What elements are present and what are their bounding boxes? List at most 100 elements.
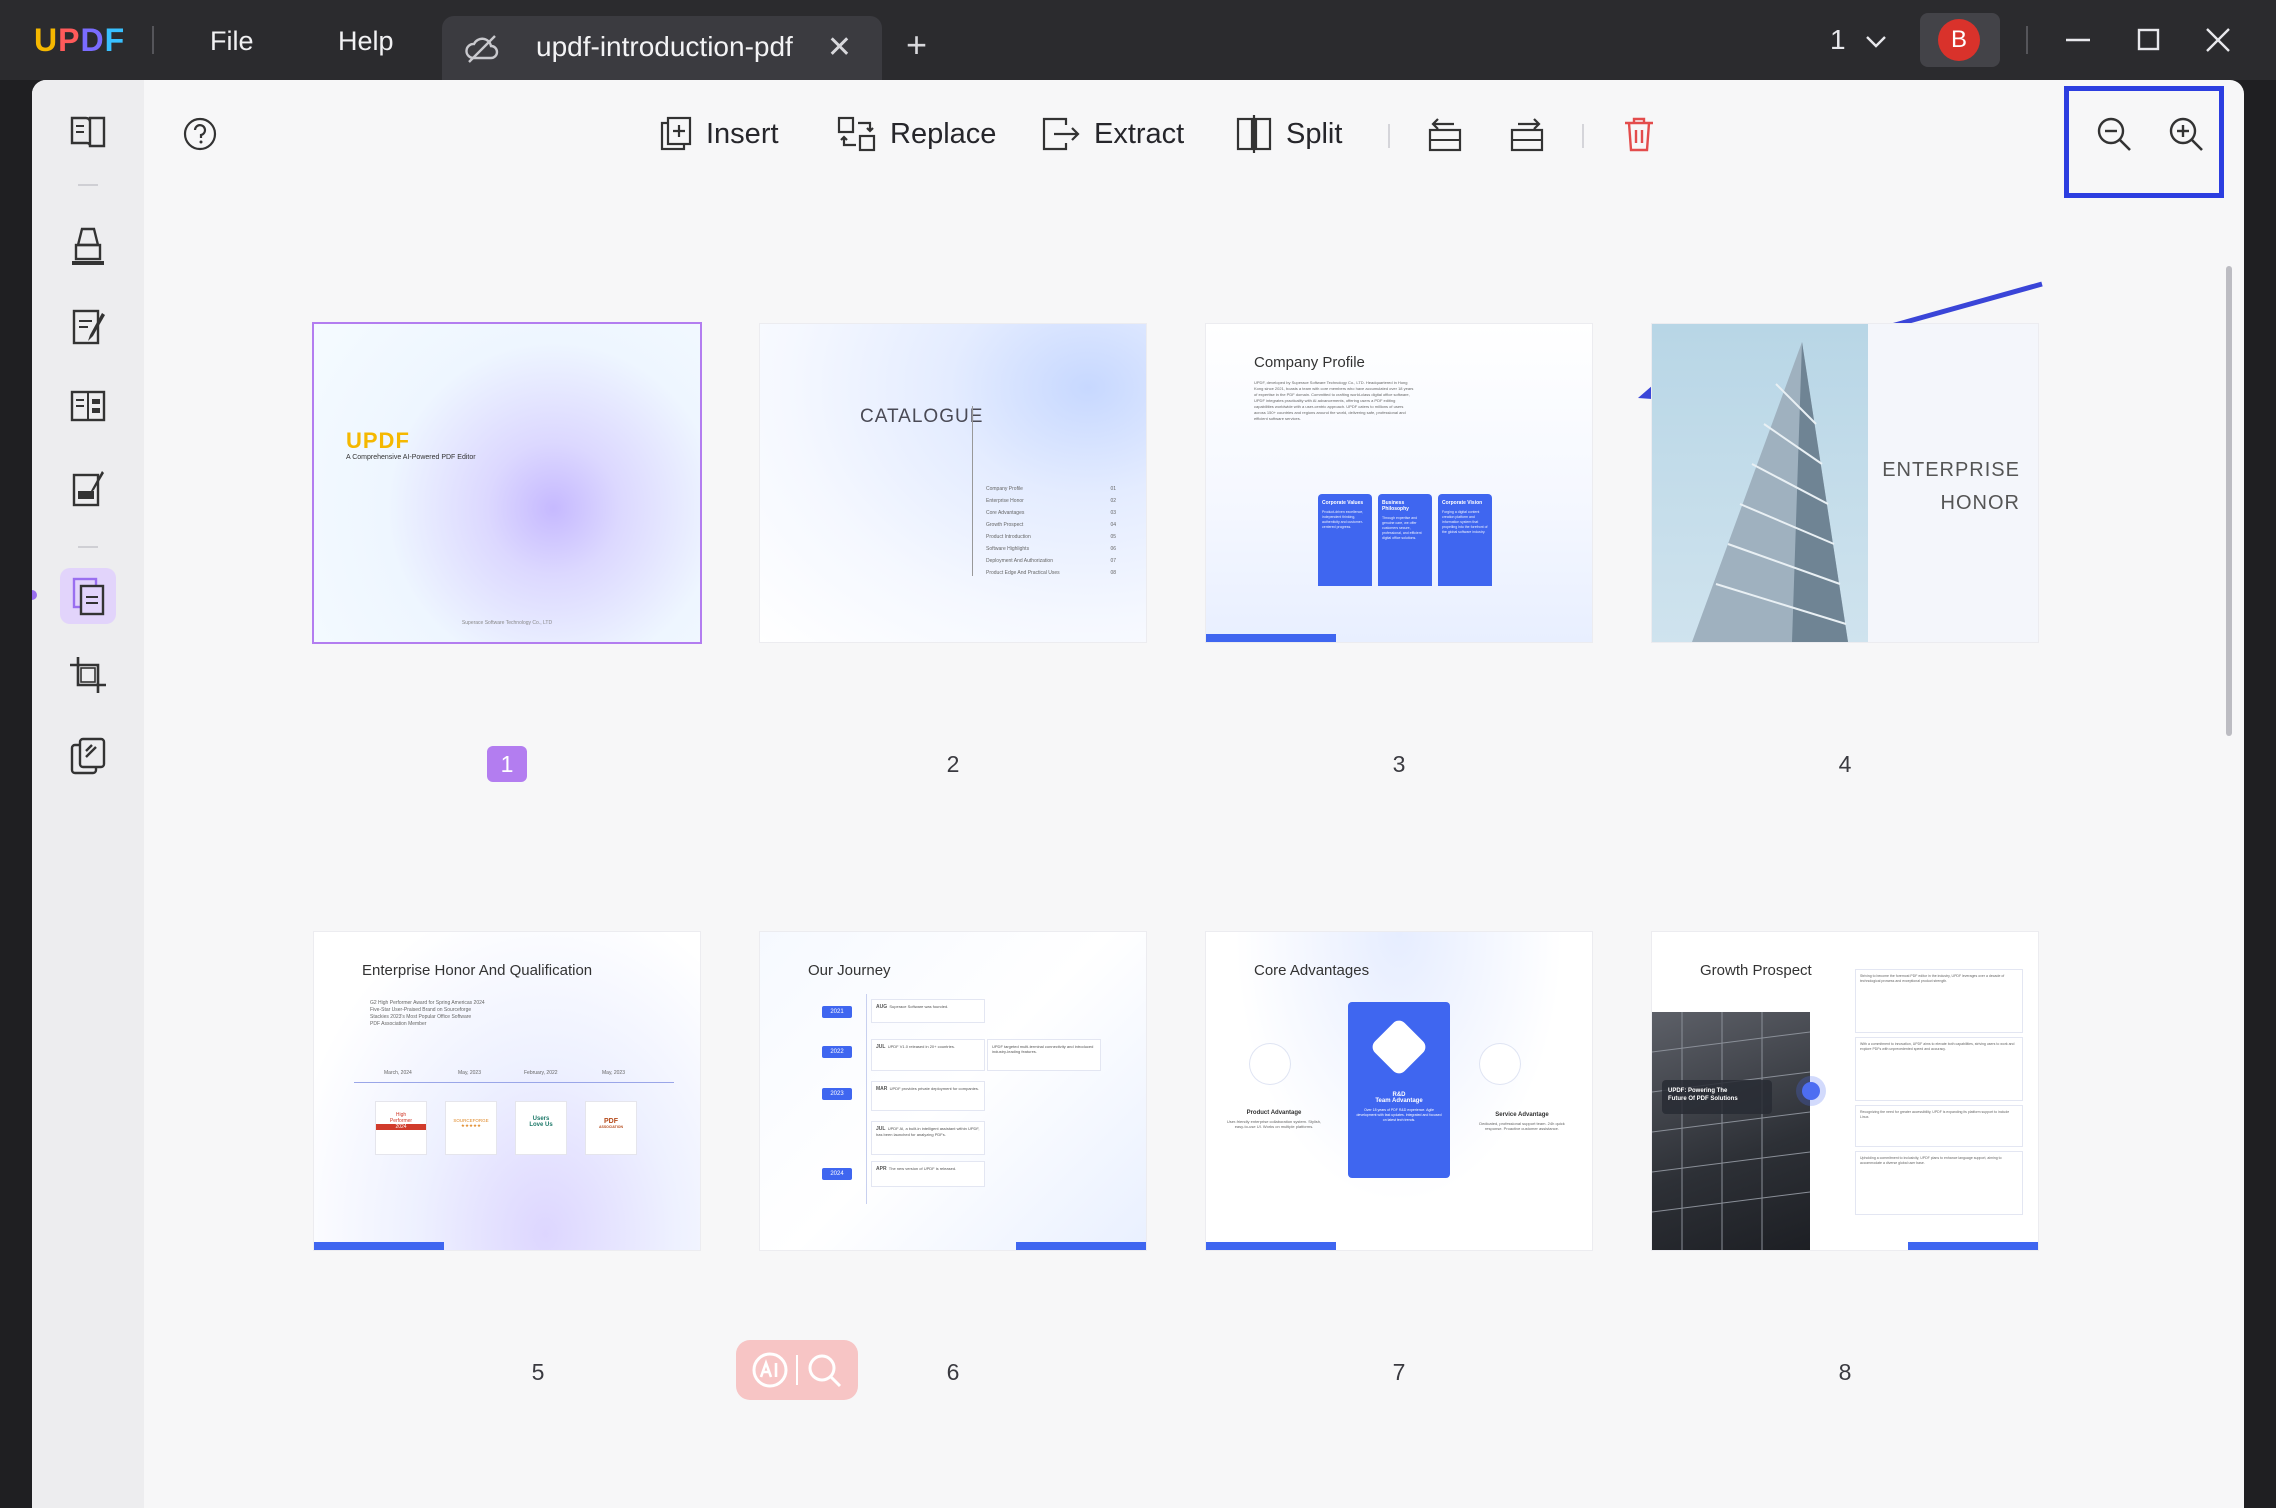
p8-footer-bar [1908, 1242, 2038, 1250]
page-thumbnail-3[interactable]: Company Profile UPDF, developed by Super… [1206, 324, 1592, 642]
insert-button[interactable]: Insert [658, 110, 779, 158]
zoom-out-icon[interactable] [2090, 110, 2138, 158]
comment-highlighter-icon[interactable] [60, 218, 116, 274]
replace-icon [836, 115, 878, 153]
chevron-down-icon [1865, 35, 1887, 49]
p1-subtitle: A Comprehensive AI-Powered PDF Editor [346, 454, 476, 461]
pill-divider [796, 1355, 798, 1385]
rotate-right-button[interactable] [1506, 110, 1548, 158]
sourceforge-badge: SOURCEFORGE★★★★★ [446, 1102, 496, 1154]
journey-event: UPDF targeted multi-terminal connectivit… [988, 1040, 1100, 1070]
rotate-counterclockwise-icon [1424, 114, 1466, 154]
p3-body: UPDF, developed by Superace Software Tec… [1254, 380, 1416, 444]
journey-event: JUL UPDF AI, a built-in intelligent assi… [872, 1122, 984, 1154]
catalogue-item: Product Edge And Practical Uses08 [986, 570, 1116, 577]
p1-footer: Superace Software Technology Co., LTD [314, 620, 700, 626]
growth-note: With a commitment to innovation, UPDF ai… [1856, 1038, 2022, 1100]
product-advantage-icon [1250, 1044, 1290, 1084]
ai-assistant-pill [736, 1340, 858, 1400]
form-icon[interactable] [60, 378, 116, 434]
page-thumbnail-1[interactable]: UPDF A Comprehensive AI-Powered PDF Edit… [314, 324, 700, 642]
pdf-association-badge: PDFASSOCIATION [586, 1102, 636, 1154]
p6-title: Our Journey [808, 962, 891, 979]
g2-badge: HighPerformer2024 [376, 1102, 426, 1154]
page-thumbnail-8[interactable]: Growth Prospect UPDF: Powering The Futur… [1652, 932, 2038, 1250]
crop-icon[interactable] [60, 648, 116, 704]
service-advantage: Service Advantage Dedicated, professiona… [1472, 1112, 1572, 1131]
page-number-1[interactable]: 1 [487, 746, 527, 782]
account-button[interactable]: B [1920, 13, 2000, 67]
sign-icon[interactable] [60, 460, 116, 516]
scrollbar-thumb[interactable] [2226, 266, 2232, 736]
team-advantage-icon [1369, 1017, 1428, 1076]
page-number-7[interactable]: 7 [1379, 1354, 1419, 1390]
app-panel: Insert Replace Extract Split UPDF A Comp… [32, 80, 2244, 1508]
page-number-3[interactable]: 3 [1379, 746, 1419, 782]
delete-page-button[interactable] [1622, 110, 1656, 158]
page-number-2[interactable]: 2 [933, 746, 973, 782]
ai-assistant-icon[interactable] [749, 1349, 791, 1391]
catalogue-item: Company Profile01 [986, 486, 1116, 493]
page-thumbnail-6[interactable]: Our Journey 2021 AUG Superace Software w… [760, 932, 1146, 1250]
close-window-icon[interactable] [2196, 20, 2240, 60]
page-thumbnail-7[interactable]: Core Advantages Product Advantage User-f… [1206, 932, 1592, 1250]
p8-title: Growth Prospect [1700, 962, 1812, 979]
title-bar: UPDF File Help updf-introduction-pdf ✕ +… [0, 0, 2276, 80]
catalogue-item: Enterprise Honor02 [986, 498, 1116, 505]
title-divider [2026, 26, 2028, 54]
honor-timeline [354, 1082, 674, 1083]
page-count-dropdown[interactable]: 1 [1830, 24, 1887, 56]
page-number-5[interactable]: 5 [518, 1354, 558, 1390]
maximize-icon[interactable] [2126, 20, 2170, 60]
catalogue-item: Software Highlights06 [986, 546, 1116, 553]
p8-focus-dot [1802, 1082, 1820, 1100]
page-thumbnail-4[interactable]: ENTERPRISE HONOR [1652, 324, 2038, 642]
organize-pages-icon[interactable] [60, 568, 116, 624]
menu-file[interactable]: File [210, 26, 254, 57]
updf-logo: UPDF [34, 22, 125, 59]
page-thumbnail-2[interactable]: CATALOGUE Company Profile01 Enterprise H… [760, 324, 1146, 642]
sidebar-divider [78, 546, 98, 548]
cloud-off-icon [464, 34, 500, 69]
p2-divider [972, 406, 973, 576]
split-button[interactable]: Split [1234, 110, 1342, 158]
close-tab-icon[interactable]: ✕ [827, 30, 852, 65]
p7-footer-bar [1206, 1242, 1336, 1250]
insert-icon [658, 115, 694, 153]
menu-help[interactable]: Help [338, 26, 394, 57]
honor-date: May, 2023 [602, 1070, 625, 1077]
extract-button[interactable]: Extract [1040, 110, 1184, 158]
tab-title: updf-introduction-pdf [536, 31, 793, 63]
page-number-4[interactable]: 4 [1825, 746, 1865, 782]
p3-card: Business Philosophy Through expertise an… [1378, 494, 1432, 586]
help-icon[interactable] [182, 116, 218, 152]
page-number-6[interactable]: 6 [933, 1354, 973, 1390]
p4-title: ENTERPRISE HONOR [1882, 454, 2020, 520]
tools-icon[interactable] [60, 728, 116, 784]
rotate-left-button[interactable] [1424, 110, 1466, 158]
year-tag: 2024 [822, 1168, 852, 1180]
growth-note: Recognizing the need for greater accessi… [1856, 1106, 2022, 1146]
skyscraper-photo: UPDF: Powering The Future Of PDF Solutio… [1652, 1012, 1810, 1250]
journey-event: AUG Superace Software was founded. [872, 1000, 984, 1022]
page-thumbnail-5[interactable]: Enterprise Honor And Qualification G2 Hi… [314, 932, 700, 1250]
honor-bullets: G2 High Performer Award for Spring Ameri… [370, 1000, 485, 1028]
product-advantage: Product Advantage User-friendly enterpri… [1224, 1110, 1324, 1129]
reader-mode-icon[interactable] [60, 104, 116, 160]
document-tab[interactable]: updf-introduction-pdf ✕ [442, 16, 882, 80]
zoom-in-icon[interactable] [2162, 110, 2210, 158]
page-number-8[interactable]: 8 [1825, 1354, 1865, 1390]
edit-pdf-icon[interactable] [60, 298, 116, 354]
minimize-icon[interactable] [2056, 20, 2100, 60]
replace-button[interactable]: Replace [836, 110, 996, 158]
honor-date: February, 2022 [524, 1070, 558, 1077]
trash-icon [1622, 115, 1656, 153]
toolbar-divider [1388, 124, 1390, 148]
honor-date: May, 2023 [458, 1070, 481, 1077]
p3-card: Corporate Vision Forging a digital conte… [1438, 494, 1492, 586]
search-icon[interactable] [803, 1349, 845, 1391]
active-indicator [32, 590, 37, 600]
add-tab-icon[interactable]: + [906, 24, 927, 66]
catalogue-item: Product Introduction05 [986, 534, 1116, 541]
journey-event: JUL UPDF V1.0 released in 20+ countries. [872, 1040, 984, 1070]
